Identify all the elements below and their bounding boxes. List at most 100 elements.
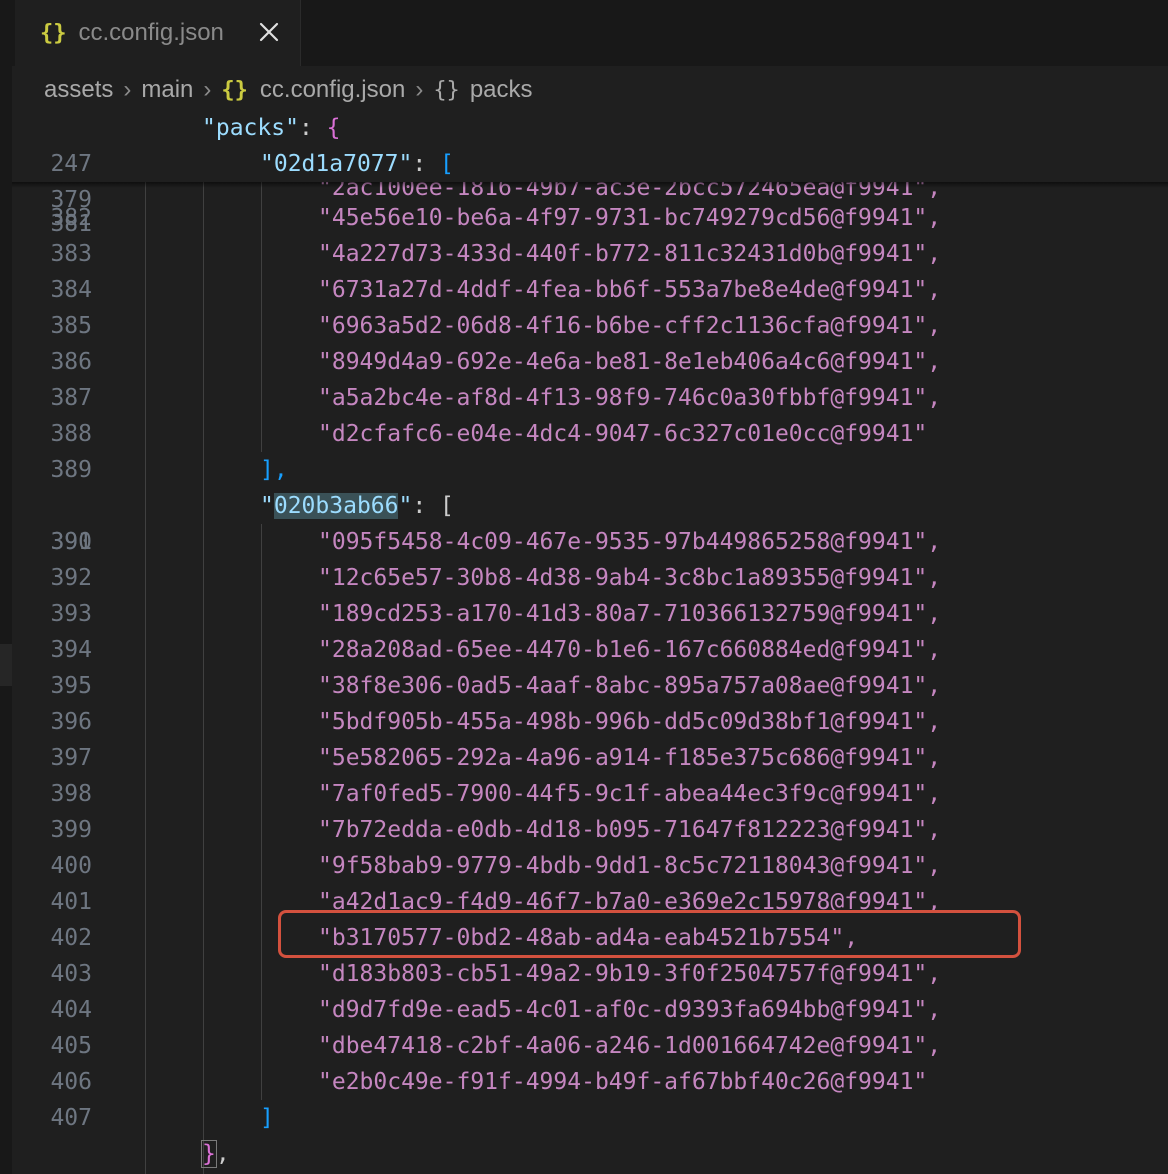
string-value: "095f5458-4c09-467e-9535-97b449865258@f9… [318, 529, 942, 555]
open-bracket: [ [440, 151, 454, 177]
array-close: ] [260, 1105, 274, 1131]
sticky-shadow [12, 182, 1168, 188]
code-line-highlighted: 402 "b3170577-0bd2-48ab-ad4a-eab4521b7554… [12, 920, 1168, 956]
tab-label: cc.config.json [78, 19, 224, 46]
sticky-scroll: 247 "packs": { 379 "02d1a7077": [ [12, 110, 1168, 213]
tab-cc-config-json[interactable]: {} cc.config.json [15, 0, 301, 66]
string-value: "6963a5d2-06d8-4f16-b6be-cff2c1136cfa@f9… [318, 313, 942, 339]
line-number: 399 [50, 817, 92, 843]
activity-edge [0, 66, 12, 1174]
string-value: "5e582065-292a-4a96-a914-f185e375c686@f9… [318, 745, 942, 771]
line-number: 398 [50, 781, 92, 807]
line-number: 406 [50, 1069, 92, 1095]
code-line: 393 "189cd253-a170-41d3-80a7-710366132759… [12, 596, 1168, 632]
json-file-icon: {} [40, 20, 67, 46]
line-number: 388 [50, 421, 92, 447]
code-line: 388 "d2cfafc6-e04e-4dc4-9047-6c327c01e0cc… [12, 416, 1168, 452]
string-value: "4a227d73-433d-440f-b772-811c32431d0b@f9… [318, 241, 942, 267]
breadcrumb-item-assets[interactable]: assets [44, 76, 113, 104]
code-line: 404 "d9d7fd9e-ead5-4c01-af0c-d9393fa694bb… [12, 992, 1168, 1028]
line-number: 404 [50, 997, 92, 1023]
pack-key-line: "020b3ab66": [ [260, 493, 454, 519]
code-line: 408 }, [12, 1136, 1168, 1172]
code-line: 392 "12c65e57-30b8-4d38-9ab4-3c8bc1a89355… [12, 560, 1168, 596]
string-value: "45e56e10-be6a-4f97-9731-bc749279cd56@f9… [318, 205, 942, 231]
json-file-icon: {} [221, 77, 248, 103]
line-number: 393 [50, 601, 92, 627]
chevron-right-icon: › [123, 76, 132, 103]
packs-key: packs [215, 115, 286, 141]
code-line: 387 "a5a2bc4e-af8d-4f13-98f9-746c0a30fbbf… [12, 380, 1168, 416]
breadcrumb-item-packs[interactable]: packs [470, 76, 533, 104]
string-value: "d9d7fd9e-ead5-4c01-af0c-d9393fa694bb@f9… [318, 997, 942, 1023]
comma: , [215, 1141, 230, 1167]
line-number: 387 [50, 385, 92, 411]
code-line: 390 "020b3ab66": [ [12, 488, 1168, 555]
code-line: 391 "095f5458-4c09-467e-9535-97b449865258… [12, 524, 1168, 560]
string-value: "6731a27d-4ddf-4fea-bb6f-553a7be8e4de@f9… [318, 277, 942, 303]
line-number: 405 [50, 1033, 92, 1059]
code-line: 398 "7af0fed5-7900-44f5-9c1f-abea44ec3f9c… [12, 776, 1168, 812]
line-number: 395 [50, 673, 92, 699]
breadcrumb-item-file[interactable]: cc.config.json [260, 76, 405, 104]
code-line: 384 "6731a27d-4ddf-4fea-bb6f-553a7be8e4de… [12, 272, 1168, 308]
string-value: "7af0fed5-7900-44f5-9c1f-abea44ec3f9c@f9… [318, 781, 942, 807]
brace-match: } [201, 1140, 217, 1168]
code-editor[interactable]: 381 "2ac100ee-1816-49b7-ac3e-2bcc572465e… [12, 110, 1168, 1174]
string-value: "12c65e57-30b8-4d38-9ab4-3c8bc1a89355@f9… [318, 565, 942, 591]
selected-key[interactable]: 020b3ab66 [273, 493, 399, 519]
line-number: 400 [50, 853, 92, 879]
code-line: 389], [12, 452, 1168, 488]
string-value: "28a208ad-65ee-4470-b1e6-167c660884ed@f9… [318, 637, 942, 663]
line-number: 389 [50, 457, 92, 483]
string-value: "7b72edda-e0db-4d18-b095-71647f812223@f9… [318, 817, 942, 843]
line-number: 385 [50, 313, 92, 339]
code-line: 399 "7b72edda-e0db-4d18-b095-71647f812223… [12, 812, 1168, 848]
tab-bar: {} cc.config.json [0, 0, 1168, 66]
string-value: "e2b0c49e-f91f-4994-b49f-af67bbf40c26@f9… [318, 1069, 928, 1095]
chevron-right-icon: › [203, 76, 212, 103]
line-number: 407 [50, 1105, 92, 1131]
code-line: 397 "5e582065-292a-4a96-a914-f185e375c686… [12, 740, 1168, 776]
chevron-right-icon: › [415, 76, 424, 103]
code-line: 383 "4a227d73-433d-440f-b772-811c32431d0b… [12, 236, 1168, 272]
sticky-line[interactable]: 379 "02d1a7077": [ [12, 146, 1168, 213]
string-value: "5bdf905b-455a-498b-996b-dd5c09d38bf1@f9… [318, 709, 942, 735]
string-value: "d2cfafc6-e04e-4dc4-9047-6c327c01e0cc@f9… [318, 421, 928, 447]
object-close: }, [201, 1136, 230, 1172]
code-line: 405 "dbe47418-c2bf-4a06-a246-1d001664742e… [12, 1028, 1168, 1064]
code-line: 382 "45e56e10-be6a-4f97-9731-bc749279cd56… [12, 200, 1168, 236]
line-number: 397 [50, 745, 92, 771]
code-line: 407] [12, 1100, 1168, 1136]
string-value: "dbe47418-c2bf-4a06-a246-1d001664742e@f9… [318, 1033, 942, 1059]
string-value: "d183b803-cb51-49a2-9b19-3f0f2504757f@f9… [318, 961, 942, 987]
close-icon[interactable] [254, 17, 284, 47]
line-number: 392 [50, 565, 92, 591]
string-value: "9f58bab9-9779-4bdb-9dd1-8c5c72118043@f9… [318, 853, 942, 879]
line-number: 402 [50, 925, 92, 951]
line-number: 394 [50, 637, 92, 663]
string-value: "a42d1ac9-f4d9-46f7-b7a0-e369e2c15978@f9… [318, 889, 942, 915]
open-brace: { [326, 115, 341, 141]
code-line: 395 "38f8e306-0ad5-4aaf-8abc-895a757a08ae… [12, 668, 1168, 704]
object-icon: {} [433, 77, 460, 103]
line-number: 391 [50, 529, 92, 555]
array-close: ], [260, 457, 288, 483]
string-value: "38f8e306-0ad5-4aaf-8abc-895a757a08ae@f9… [318, 673, 942, 699]
code-line: 403 "d183b803-cb51-49a2-9b19-3f0f2504757f… [12, 956, 1168, 992]
string-value: "a5a2bc4e-af8d-4f13-98f9-746c0a30fbbf@f9… [318, 385, 942, 411]
code-line: 396 "5bdf905b-455a-498b-996b-dd5c09d38bf1… [12, 704, 1168, 740]
scroll-marker [0, 644, 12, 686]
code-line: 400 "9f58bab9-9779-4bdb-9dd1-8c5c72118043… [12, 848, 1168, 884]
code-line: 386 "8949d4a9-692e-4e6a-be81-8e1eb406a4c6… [12, 344, 1168, 380]
line-number: 403 [50, 961, 92, 987]
line-number: 396 [50, 709, 92, 735]
sticky-line[interactable]: 247 "packs": { [12, 110, 1168, 177]
line-number: 386 [50, 349, 92, 375]
code-line: 401 "a42d1ac9-f4d9-46f7-b7a0-e369e2c15978… [12, 884, 1168, 920]
line-number: 401 [50, 889, 92, 915]
breadcrumb: assets › main › {} cc.config.json › {} p… [44, 70, 533, 110]
code-line: 394 "28a208ad-65ee-4470-b1e6-167c660884ed… [12, 632, 1168, 668]
breadcrumb-item-main[interactable]: main [141, 76, 193, 104]
string-value: "8949d4a9-692e-4e6a-be81-8e1eb406a4c6@f9… [318, 349, 942, 375]
